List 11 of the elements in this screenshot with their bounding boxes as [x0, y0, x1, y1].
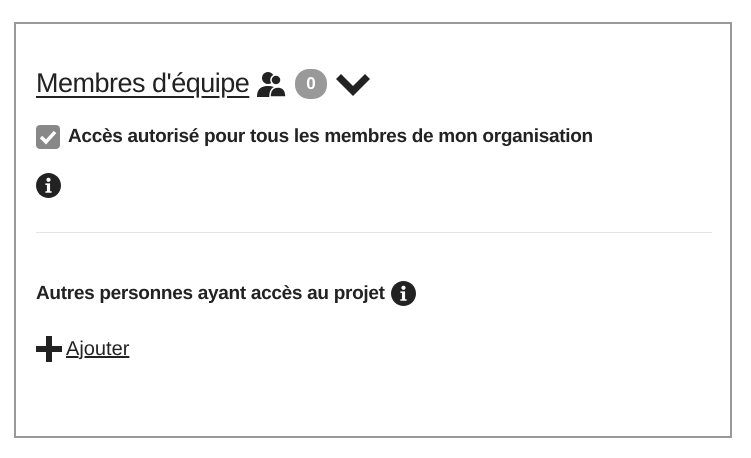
- info-icon[interactable]: [36, 173, 61, 198]
- plus-icon[interactable]: [36, 336, 62, 362]
- people-icon: [257, 70, 288, 98]
- add-link[interactable]: Ajouter: [66, 338, 130, 360]
- section-title[interactable]: Membres d'équipe: [36, 68, 250, 99]
- checkbox-label: Accès autorisé pour tous les membres de mon organisation: [68, 126, 593, 148]
- section-label: Autres personnes ayant accès au projet: [36, 282, 385, 304]
- chevron-down-icon[interactable]: [334, 72, 371, 96]
- checkbox[interactable]: [36, 125, 60, 149]
- count-badge: 0: [295, 68, 327, 98]
- info-icon[interactable]: [390, 281, 416, 306]
